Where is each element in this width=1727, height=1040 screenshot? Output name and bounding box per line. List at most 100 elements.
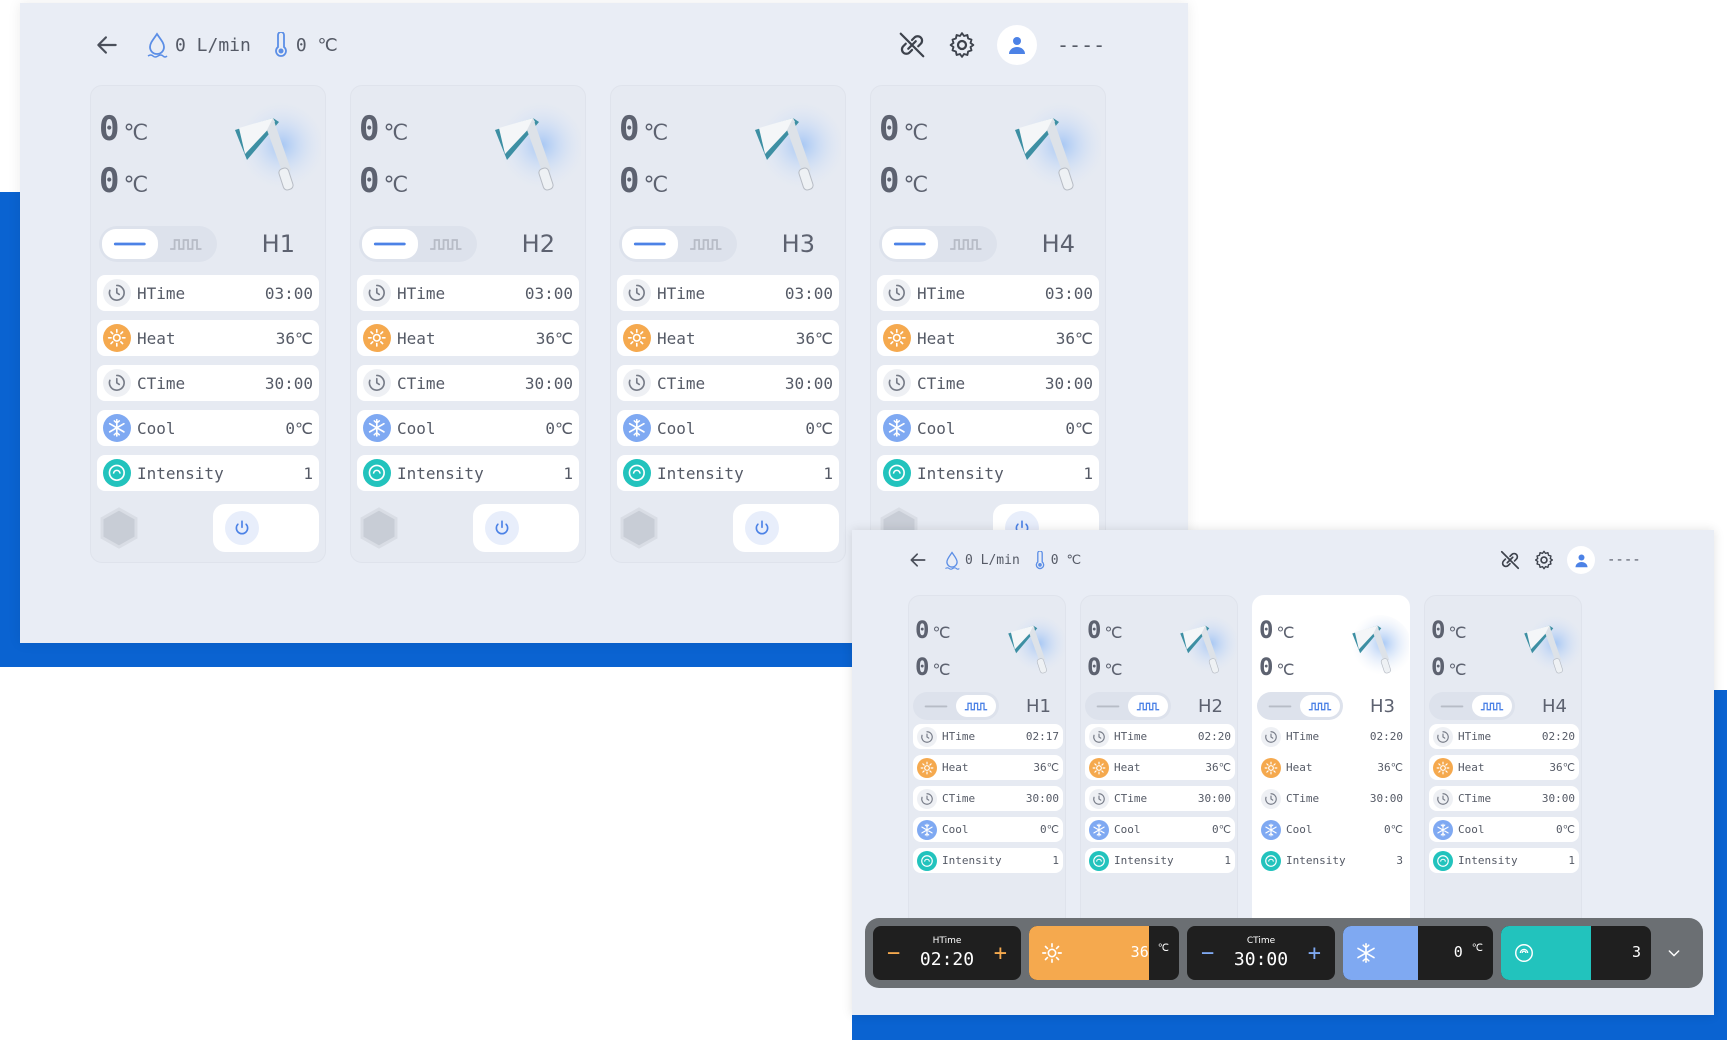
cool-value-readout: 0 ℃ <box>1454 943 1483 961</box>
param-row-ctime[interactable]: CTime 30:00 <box>357 365 579 401</box>
mode-pulse-option[interactable] <box>1128 695 1168 717</box>
param-row-cool[interactable]: Cool 0℃ <box>357 410 579 446</box>
clock-icon <box>917 726 937 747</box>
param-row-heat[interactable]: Heat 36℃ <box>97 320 319 356</box>
mode-pulse-option[interactable] <box>1300 695 1340 717</box>
avatar[interactable] <box>1567 546 1595 574</box>
link-off-icon[interactable] <box>1499 549 1521 571</box>
mode-continuous-option[interactable] <box>362 229 418 259</box>
htime-increase-button[interactable]: + <box>994 941 1007 966</box>
intensity-icon <box>917 850 937 871</box>
param-row-heat[interactable]: Heat 36℃ <box>1257 755 1407 780</box>
hexagon-icon <box>100 507 138 549</box>
channel-card-h4[interactable]: 0 ℃ 0 ℃ H4 HTime 03:00 Heat 36℃ CTime 30:00 Cool 0℃ I… <box>870 85 1106 563</box>
param-label: Intensity <box>397 463 484 483</box>
power-icon-wrap <box>225 511 259 545</box>
param-row-cool[interactable]: Cool 0℃ <box>617 410 839 446</box>
ctime-decrease-button[interactable]: − <box>1201 941 1214 966</box>
mode-pulse-option[interactable] <box>956 695 996 717</box>
param-row-cool[interactable]: Cool 0℃ <box>97 410 319 446</box>
mode-pulse-option[interactable] <box>938 229 994 259</box>
param-row-cool[interactable]: Cool 0℃ <box>913 817 1063 842</box>
param-row-intensity[interactable]: Intensity 1 <box>97 455 319 491</box>
back-button[interactable] <box>906 548 930 572</box>
channel-card-h2[interactable]: 0 ℃ 0 ℃ H2 HTime 03:00 Heat 36℃ CTime 30:00 Cool 0℃ I… <box>350 85 586 563</box>
param-row-htime[interactable]: HTime 03:00 <box>877 275 1099 311</box>
param-row-heat[interactable]: Heat 36℃ <box>1085 755 1235 780</box>
param-row-ctime[interactable]: CTime 30:00 <box>877 365 1099 401</box>
mode-continuous-option[interactable] <box>916 695 956 717</box>
param-row-ctime[interactable]: CTime 30:00 <box>1429 786 1579 811</box>
param-row-htime[interactable]: HTime 02:20 <box>1085 724 1235 749</box>
ctime-increase-button[interactable]: + <box>1308 941 1321 966</box>
param-row-ctime[interactable]: CTime 30:00 <box>1257 786 1407 811</box>
htime-decrease-button[interactable]: − <box>887 941 900 966</box>
power-button[interactable] <box>213 504 319 552</box>
param-row-ctime[interactable]: CTime 30:00 <box>913 786 1063 811</box>
mode-continuous-option[interactable] <box>1088 695 1128 717</box>
param-row-intensity[interactable]: Intensity 1 <box>1429 848 1579 873</box>
heat-slider[interactable]: 36 ℃ <box>1029 926 1179 980</box>
param-row-intensity[interactable]: Intensity 1 <box>877 455 1099 491</box>
param-row-htime[interactable]: HTime 03:00 <box>97 275 319 311</box>
mode-pulse-option[interactable] <box>418 229 474 259</box>
gear-icon[interactable] <box>947 30 977 60</box>
mode-continuous-option[interactable] <box>622 229 678 259</box>
mode-toggle <box>99 226 217 262</box>
cool-slider[interactable]: 0 ℃ <box>1343 926 1493 980</box>
param-row-htime[interactable]: HTime 02:17 <box>913 724 1063 749</box>
sun-icon <box>363 324 391 352</box>
param-row-htime[interactable]: HTime 02:20 <box>1257 724 1407 749</box>
power-button[interactable] <box>473 504 579 552</box>
temp-unit: ℃ <box>932 660 951 679</box>
param-row-heat[interactable]: Heat 36℃ <box>913 755 1063 780</box>
param-row-cool[interactable]: Cool 0℃ <box>877 410 1099 446</box>
channel-card-h3[interactable]: 0 ℃ 0 ℃ H3 HTime 02:20 Heat 36℃ CTime 30:00 Cool 0℃ I… <box>1252 595 1412 919</box>
param-row-heat[interactable]: Heat 36℃ <box>357 320 579 356</box>
mode-pulse-option[interactable] <box>1472 695 1512 717</box>
back-button[interactable] <box>90 28 124 62</box>
channel-card-h3[interactable]: 0 ℃ 0 ℃ H3 HTime 03:00 Heat 36℃ CTime 30:00 Cool 0℃ I… <box>610 85 846 563</box>
mode-pulse-option[interactable] <box>158 229 214 259</box>
channel-card-h1[interactable]: 0 ℃ 0 ℃ H1 HTime 02:17 Heat 36℃ CTime 30:00 Cool 0℃ I… <box>908 595 1068 919</box>
param-row-intensity[interactable]: Intensity 1 <box>617 455 839 491</box>
mode-pulse-option[interactable] <box>678 229 734 259</box>
param-row-cool[interactable]: Cool 0℃ <box>1257 817 1407 842</box>
channel-card-h2[interactable]: 0 ℃ 0 ℃ H2 HTime 02:20 Heat 36℃ CTime 30:00 Cool 0℃ I… <box>1080 595 1240 919</box>
param-row-htime[interactable]: HTime 03:00 <box>357 275 579 311</box>
intensity-slider[interactable]: 3 <box>1501 926 1651 980</box>
link-off-icon[interactable] <box>897 30 927 60</box>
mode-toggle <box>359 226 477 262</box>
avatar[interactable] <box>997 25 1037 65</box>
param-row-cool[interactable]: Cool 0℃ <box>1085 817 1235 842</box>
channel-card-h1[interactable]: 0 ℃ 0 ℃ H1 HTime 03:00 Heat 36℃ CTime 30:00 Cool 0℃ I… <box>90 85 326 563</box>
param-row-ctime[interactable]: CTime 30:00 <box>97 365 319 401</box>
gear-icon[interactable] <box>1533 549 1555 571</box>
param-row-heat[interactable]: Heat 36℃ <box>617 320 839 356</box>
param-row-htime[interactable]: HTime 03:00 <box>617 275 839 311</box>
collapse-button[interactable] <box>1659 926 1689 980</box>
param-row-intensity[interactable]: Intensity 1 <box>913 848 1063 873</box>
mode-continuous-option[interactable] <box>102 229 158 259</box>
param-value: 36℃ <box>1205 761 1231 774</box>
param-row-cool[interactable]: Cool 0℃ <box>1429 817 1579 842</box>
mode-continuous-option[interactable] <box>1432 695 1472 717</box>
channel-card-h4[interactable]: 0 ℃ 0 ℃ H4 HTime 02:20 Heat 36℃ CTime 30:00 Cool 0℃ I… <box>1424 595 1584 919</box>
snowflake-icon <box>1261 819 1281 840</box>
param-row-intensity[interactable]: Intensity 1 <box>357 455 579 491</box>
param-row-ctime[interactable]: CTime 30:00 <box>617 365 839 401</box>
mode-continuous-option[interactable] <box>882 229 938 259</box>
param-row-heat[interactable]: Heat 36℃ <box>877 320 1099 356</box>
mode-continuous-option[interactable] <box>1260 695 1300 717</box>
param-value: 1 <box>563 463 573 483</box>
param-row-heat[interactable]: Heat 36℃ <box>1429 755 1579 780</box>
mode-row: H2 <box>359 226 555 262</box>
param-row-ctime[interactable]: CTime 30:00 <box>1085 786 1235 811</box>
mode-toggle <box>879 226 997 262</box>
handpiece-image <box>1515 610 1584 690</box>
param-row-intensity[interactable]: Intensity 1 <box>1085 848 1235 873</box>
power-button[interactable] <box>733 504 839 552</box>
mode-toggle <box>1257 692 1343 720</box>
param-row-intensity[interactable]: Intensity 3 <box>1257 848 1407 873</box>
param-row-htime[interactable]: HTime 02:20 <box>1429 724 1579 749</box>
